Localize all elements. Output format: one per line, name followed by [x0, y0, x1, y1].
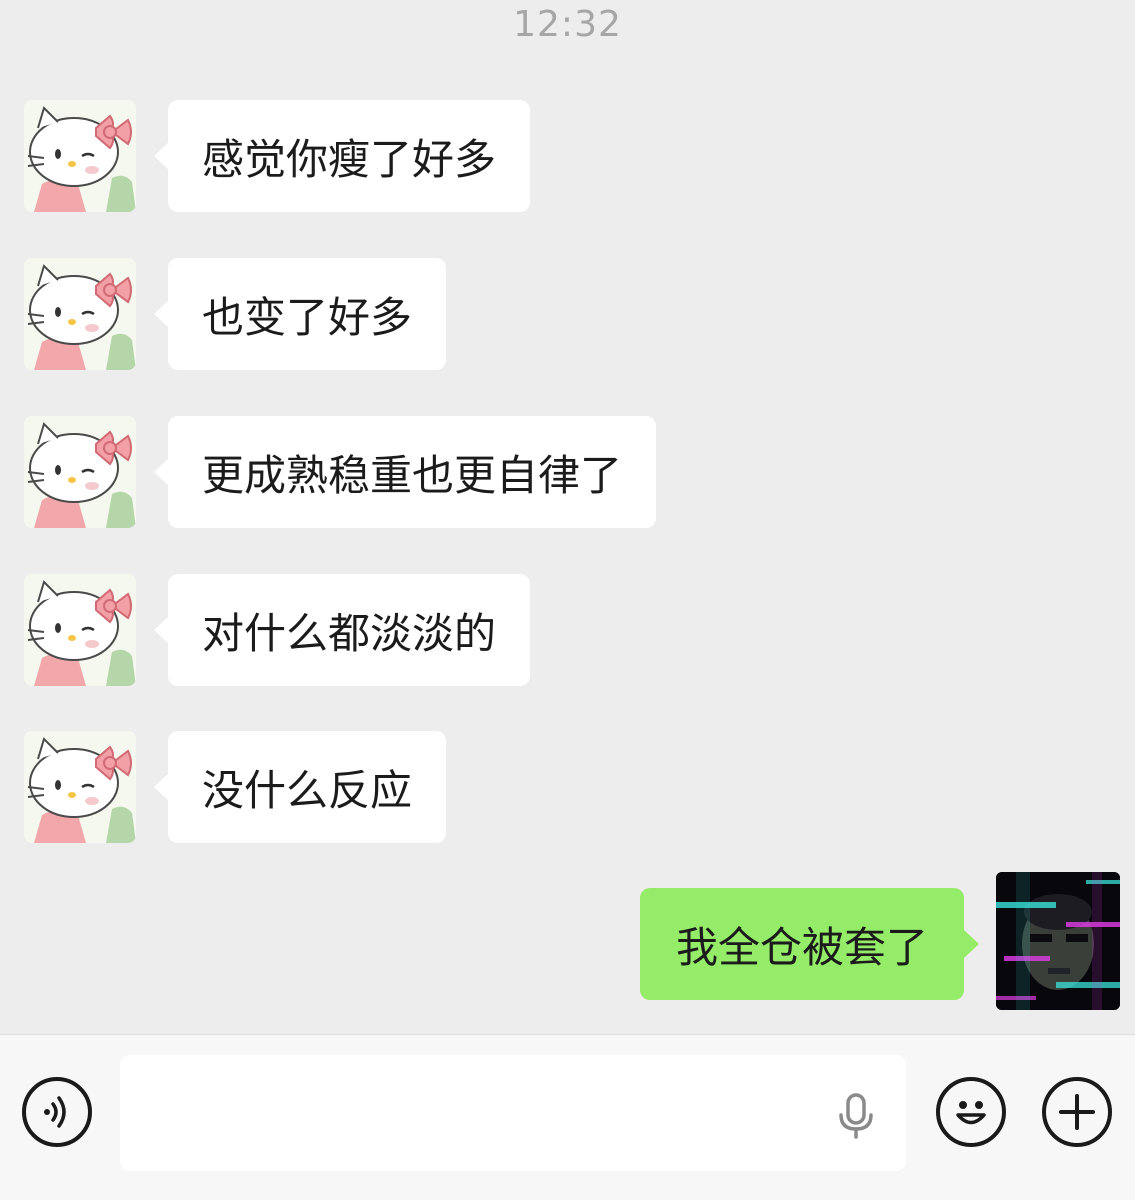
chat-screen: 12:32 感觉你瘦了好多 也变了好多 更成熟稳重也更自律了 对什么都淡淡的 没…: [0, 0, 1135, 1200]
incoming-message-bubble[interactable]: 对什么都淡淡的: [153, 574, 531, 686]
hello-kitty-avatar-icon: [24, 100, 136, 212]
message-input[interactable]: [120, 1055, 906, 1171]
plus-icon: [1059, 1094, 1095, 1130]
voice-mode-button[interactable]: [22, 1077, 92, 1147]
message-timestamp: 12:32: [513, 4, 622, 45]
voice-mode-icon: [44, 1096, 66, 1128]
self-avatar[interactable]: [996, 872, 1120, 1010]
incoming-message-bubble[interactable]: 没什么反应: [153, 731, 447, 843]
contact-avatar[interactable]: [24, 574, 136, 686]
hello-kitty-avatar-icon: [24, 731, 136, 843]
emoji-icon: [956, 1101, 986, 1125]
outgoing-message-bubble[interactable]: 我全仓被套了: [639, 888, 980, 1000]
hello-kitty-avatar-icon: [24, 258, 136, 370]
incoming-message-bubble[interactable]: 更成熟稳重也更自律了: [153, 416, 657, 528]
input-bar: [0, 1034, 1135, 1200]
glitch-portrait-avatar-icon: [996, 872, 1120, 1010]
incoming-message-bubble[interactable]: 也变了好多: [153, 258, 447, 370]
contact-avatar[interactable]: [24, 416, 136, 528]
hello-kitty-avatar-icon: [24, 574, 136, 686]
contact-avatar[interactable]: [24, 731, 136, 843]
contact-avatar[interactable]: [24, 100, 136, 212]
contact-avatar[interactable]: [24, 258, 136, 370]
plus-button[interactable]: [1042, 1077, 1112, 1147]
microphone-icon[interactable]: [836, 1093, 876, 1139]
incoming-message-bubble[interactable]: 感觉你瘦了好多: [153, 100, 531, 212]
hello-kitty-avatar-icon: [24, 416, 136, 528]
emoji-button[interactable]: [936, 1077, 1006, 1147]
